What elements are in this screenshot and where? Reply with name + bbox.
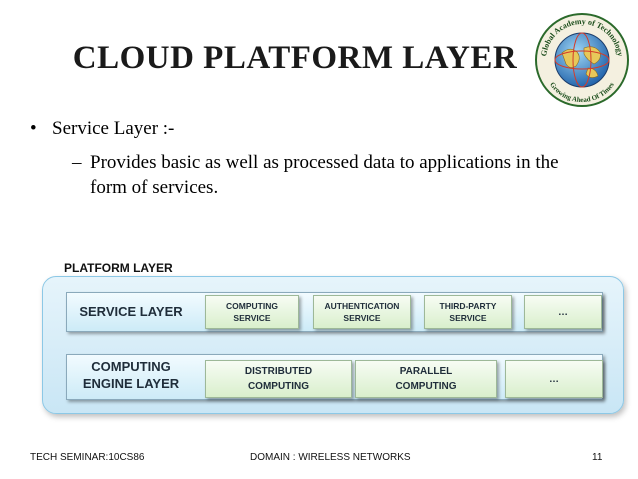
distributed-computing-box: DISTRIBUTED COMPUTING [205, 360, 352, 398]
bullet-service-layer: • Service Layer :- [30, 118, 174, 140]
bullet-dot: • [30, 118, 37, 139]
sub-bullet-dash: – [72, 152, 82, 173]
service-layer-label: SERVICE LAYER [79, 304, 183, 319]
footer-page-number: 11 [592, 452, 603, 463]
third-party-service-box: THIRD-PARTY SERVICE [424, 295, 512, 329]
computing-engine-layer-label: COMPUTING ENGINE LAYER [82, 359, 180, 391]
slide-title: CLOUD PLATFORM LAYER [72, 40, 518, 76]
computing-service-box: COMPUTING SERVICE [205, 295, 299, 329]
authentication-service-box: AUTHENTICATION SERVICE [313, 295, 411, 329]
platform-layer-label: PLATFORM LAYER [64, 261, 173, 275]
footer-domain: DOMAIN : WIRELESS NETWORKS [250, 452, 411, 463]
globe-logo-icon: Global Academy of Technology Growing Ahe… [535, 13, 629, 107]
sub-bullet: – Provides basic as well as processed da… [72, 150, 592, 200]
sub-bullet-text: Provides basic as well as processed data… [90, 152, 559, 198]
more-engines-box: … [505, 360, 603, 398]
bullet-text: Service Layer :- [52, 118, 175, 139]
footer-seminar: TECH SEMINAR:10CS86 [30, 452, 145, 463]
parallel-computing-box: PARALLEL COMPUTING [355, 360, 497, 398]
more-services-box: … [524, 295, 602, 329]
